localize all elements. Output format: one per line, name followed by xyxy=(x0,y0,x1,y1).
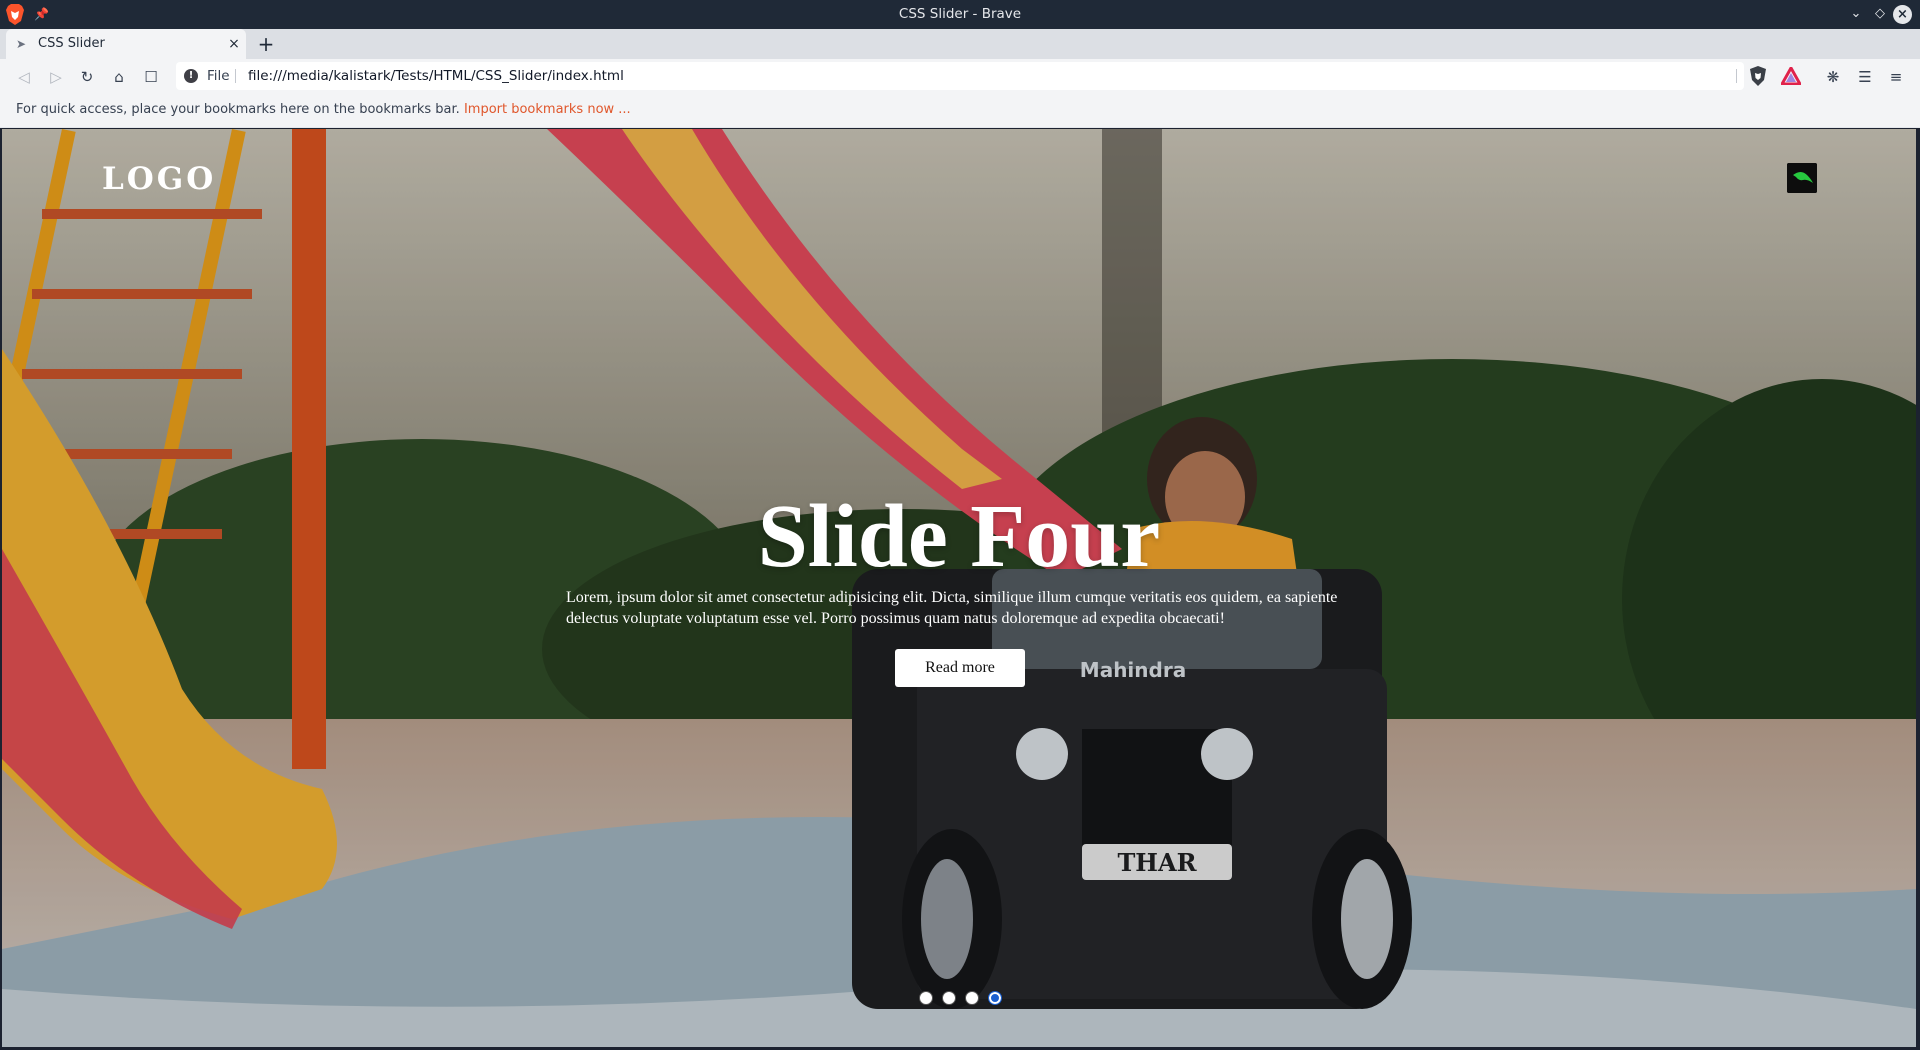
slide-title: Slide Four xyxy=(757,487,1161,586)
bookmarks-bar: For quick access, place your bookmarks h… xyxy=(0,94,1920,128)
extension-avatar-icon[interactable] xyxy=(1787,163,1817,193)
slide-dot-3[interactable] xyxy=(965,991,979,1005)
home-icon[interactable]: ⌂ xyxy=(109,67,129,87)
menu-icon[interactable]: ≡ xyxy=(1886,67,1906,87)
back-icon[interactable]: ◁ xyxy=(14,67,34,87)
reload-icon[interactable]: ↻ xyxy=(77,67,97,87)
extensions-icon[interactable]: ❋ xyxy=(1823,67,1843,87)
bookmarks-hint: For quick access, place your bookmarks h… xyxy=(16,102,460,117)
forward-icon[interactable]: ▷ xyxy=(46,67,66,87)
close-tab-icon[interactable]: × xyxy=(226,36,242,52)
brave-rewards-icon[interactable] xyxy=(1781,67,1801,85)
maximize-button[interactable]: ◇ xyxy=(1871,5,1889,23)
close-window-button[interactable]: × xyxy=(1893,5,1912,24)
page-viewport: THAR Mahindra LOGO Slide Four Lorem, ips… xyxy=(2,129,1916,1047)
new-tab-button[interactable]: + xyxy=(256,34,276,54)
window-title: CSS Slider - Brave xyxy=(898,6,1022,22)
slide-dot-1[interactable] xyxy=(919,991,933,1005)
slide-description: Lorem, ipsum dolor sit amet consectetur … xyxy=(566,589,1338,627)
bookmark-icon[interactable]: ☐ xyxy=(141,67,161,87)
window-titlebar: 📌 CSS Slider - Brave ⌄ ◇ × xyxy=(0,0,1920,29)
tab-css-slider[interactable]: ➤ CSS Slider × xyxy=(6,29,246,59)
minimize-button[interactable]: ⌄ xyxy=(1847,5,1865,23)
site-info-icon[interactable]: ! xyxy=(184,69,198,83)
scheme-label: File xyxy=(207,68,230,84)
bookmarks-message: For quick access, place your bookmarks h… xyxy=(16,94,631,128)
site-logo[interactable]: LOGO xyxy=(102,161,216,197)
browser-toolbar: ◁ ▷ ↻ ⌂ ☐ ! File file:///media/kalistark… xyxy=(0,59,1920,94)
import-bookmarks-link[interactable]: Import bookmarks now ... xyxy=(464,102,631,117)
tab-label: CSS Slider xyxy=(38,36,105,51)
page-favicon-icon: ➤ xyxy=(16,37,27,51)
brave-shields-icon[interactable] xyxy=(1749,66,1767,86)
scheme-divider xyxy=(235,69,236,83)
slide-dot-4[interactable] xyxy=(988,991,1002,1005)
address-bar[interactable]: ! File file:///media/kalistark/Tests/HTM… xyxy=(176,62,1744,90)
read-more-button[interactable]: Read more xyxy=(895,649,1025,687)
slide-dot-2[interactable] xyxy=(942,991,956,1005)
tab-strip: ➤ CSS Slider × + xyxy=(0,29,1920,59)
url-text[interactable]: file:///media/kalistark/Tests/HTML/CSS_S… xyxy=(248,62,624,90)
omnibox-divider xyxy=(1736,69,1737,83)
media-icon[interactable]: ☰ xyxy=(1855,67,1875,87)
